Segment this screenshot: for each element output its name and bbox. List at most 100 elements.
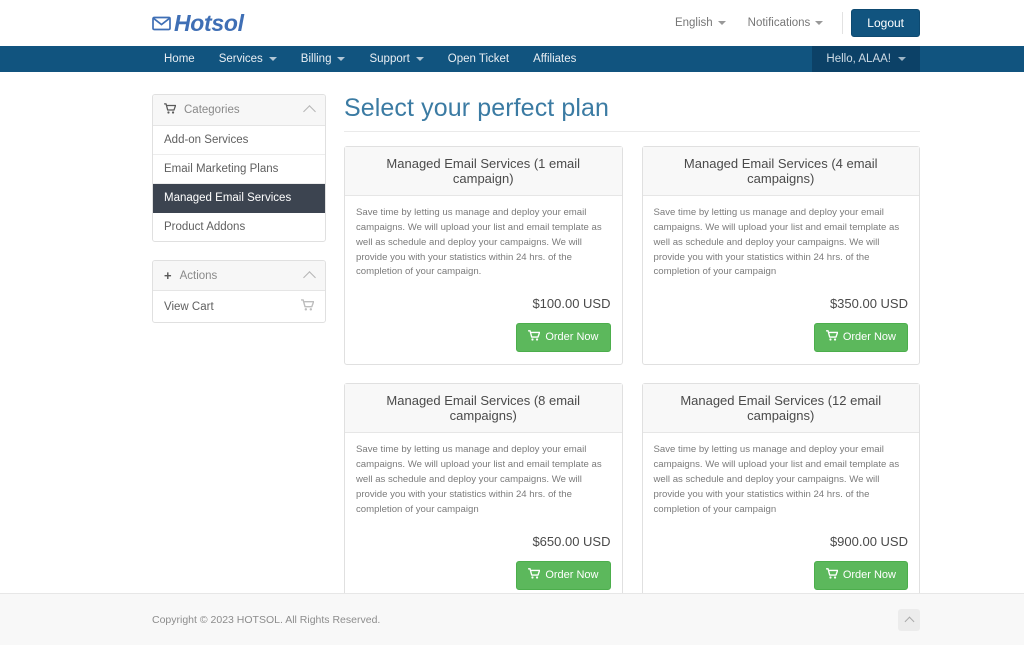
sidebar-item-label: Managed Email Services — [164, 192, 292, 204]
product-price: $100.00 USD — [532, 296, 611, 312]
product-body: Save time by letting us manage and deplo… — [643, 196, 920, 364]
order-now-label: Order Now — [842, 568, 896, 581]
product-description: Save time by letting us manage and deplo… — [356, 444, 602, 515]
cart-icon — [528, 567, 541, 583]
page-title: Select your perfect plan — [344, 94, 920, 132]
chevron-up-icon — [303, 105, 316, 118]
order-now-label: Order Now — [545, 568, 599, 581]
nav-item-billing[interactable]: Billing — [289, 46, 358, 72]
notifications-menu[interactable]: Notifications — [737, 17, 835, 29]
main-navigation: Home Services Billing Support Open Ticket Aff… — [0, 46, 1024, 72]
chevron-up-icon — [904, 616, 914, 627]
view-cart-label: View Cart — [164, 300, 214, 313]
product-grid: Managed Email Services (1 email campaign… — [344, 146, 920, 603]
brand-name: Hotsol — [174, 9, 244, 36]
sidebar: Categories Add-on Services Email Marketin… — [152, 94, 326, 341]
order-now-button[interactable]: Order Now — [813, 560, 908, 590]
cart-icon — [825, 567, 839, 583]
nav-item-label: Open Ticket — [447, 53, 510, 65]
nav-item-label: Billing — [300, 53, 332, 65]
nav-item-label: Affiliates — [533, 53, 577, 65]
cart-icon — [164, 103, 177, 117]
notifications-label: Notifications — [747, 16, 811, 29]
user-greeting: Hello, ALAA! — [826, 53, 891, 65]
actions-panel-header[interactable]: + Actions — [153, 261, 325, 291]
top-header: Hotsol English Notifications Logout — [0, 0, 1024, 46]
product-description: Save time by letting us manage and deplo… — [653, 207, 900, 278]
header-divider — [842, 11, 844, 34]
nav-item-open-ticket[interactable]: Open Ticket — [436, 46, 521, 72]
logout-button[interactable]: Logout — [851, 8, 920, 38]
page-container: Categories Add-on Services Email Marketin… — [152, 72, 920, 603]
nav-item-services[interactable]: Services — [207, 46, 289, 72]
product-card: Managed Email Services (8 email campaign… — [344, 383, 623, 603]
main-content: Select your perfect plan Managed Email S… — [344, 94, 920, 603]
actions-list: View Cart — [153, 291, 325, 322]
language-label: English — [674, 16, 713, 29]
nav-item-label: Support — [369, 53, 410, 65]
product-description: Save time by letting us manage and deplo… — [653, 444, 900, 515]
categories-panel-title: Categories — [184, 104, 240, 116]
nav-item-affiliates[interactable]: Affiliates — [521, 46, 588, 72]
product-price: $650.00 USD — [532, 533, 611, 549]
product-body: Save time by letting us manage and deplo… — [643, 433, 920, 601]
product-action: Order Now — [654, 560, 908, 590]
product-card: Managed Email Services (1 email campaign… — [344, 146, 623, 366]
product-body: Save time by letting us manage and deplo… — [345, 433, 622, 601]
sidebar-item-label: Product Addons — [164, 221, 246, 233]
product-title: Managed Email Services (12 email campaig… — [642, 384, 919, 434]
product-card: Managed Email Services (12 email campaig… — [641, 383, 920, 603]
product-action: Order Now — [356, 323, 611, 353]
product-description: Save time by letting us manage and deplo… — [356, 207, 602, 278]
product-card: Managed Email Services (4 email campaign… — [641, 146, 920, 366]
categories-panel: Categories Add-on Services Email Marketin… — [152, 94, 326, 242]
chevron-down-icon — [898, 57, 906, 61]
cart-icon — [528, 330, 541, 345]
sidebar-item-label: Email Marketing Plans — [164, 163, 279, 175]
brand-logo[interactable]: Hotsol — [152, 10, 244, 37]
footer: Copyright © 2023 HOTSOL. All Rights Rese… — [0, 593, 1024, 645]
product-title: Managed Email Services (1 email campaign… — [345, 147, 622, 196]
actions-panel: + Actions View Cart — [152, 260, 326, 323]
chevron-down-icon — [337, 57, 346, 61]
sidebar-item-email-marketing-plans[interactable]: Email Marketing Plans — [153, 155, 325, 184]
order-now-button[interactable]: Order Now — [516, 560, 611, 590]
cart-icon — [301, 299, 315, 314]
product-body: Save time by letting us manage and deplo… — [345, 196, 622, 364]
sidebar-item-add-on-services[interactable]: Add-on Services — [153, 126, 325, 155]
order-now-button[interactable]: Order Now — [813, 323, 908, 353]
chevron-down-icon — [268, 57, 277, 61]
product-title: Managed Email Services (8 email campaign… — [345, 384, 622, 434]
order-now-label: Order Now — [545, 331, 599, 344]
product-price: $350.00 USD — [829, 296, 908, 312]
categories-panel-header[interactable]: Categories — [153, 95, 325, 126]
chevron-down-icon — [717, 20, 726, 25]
actions-panel-title: Actions — [179, 269, 218, 282]
language-selector[interactable]: English — [664, 17, 737, 29]
order-now-button[interactable]: Order Now — [516, 323, 611, 353]
sidebar-item-label: Add-on Services — [164, 134, 249, 146]
product-action: Order Now — [356, 560, 611, 590]
user-account-menu[interactable]: Hello, ALAA! — [812, 46, 920, 72]
nav-item-home[interactable]: Home — [152, 46, 207, 72]
chevron-down-icon — [815, 20, 824, 25]
chevron-up-icon — [303, 270, 316, 284]
order-now-label: Order Now — [842, 331, 896, 344]
nav-item-support[interactable]: Support — [357, 46, 435, 72]
copyright-text: Copyright © 2023 HOTSOL. All Rights Rese… — [152, 614, 381, 626]
product-action: Order Now — [654, 323, 908, 353]
nav-item-label: Home — [164, 53, 195, 65]
plus-icon: + — [164, 268, 172, 283]
chevron-down-icon — [415, 57, 424, 61]
categories-list: Add-on Services Email Marketing Plans Mana… — [153, 126, 325, 241]
nav-list: Home Services Billing Support Open Ticket Aff… — [152, 46, 588, 72]
envelope-icon — [152, 16, 171, 31]
cart-icon — [825, 330, 839, 345]
scroll-to-top-button[interactable] — [898, 609, 920, 631]
product-price: $900.00 USD — [829, 533, 908, 549]
sidebar-item-managed-email-services[interactable]: Managed Email Services — [153, 184, 325, 213]
sidebar-item-view-cart[interactable]: View Cart — [153, 291, 325, 322]
sidebar-item-product-addons[interactable]: Product Addons — [153, 213, 325, 241]
product-title: Managed Email Services (4 email campaign… — [642, 147, 919, 196]
nav-item-label: Services — [218, 53, 263, 65]
